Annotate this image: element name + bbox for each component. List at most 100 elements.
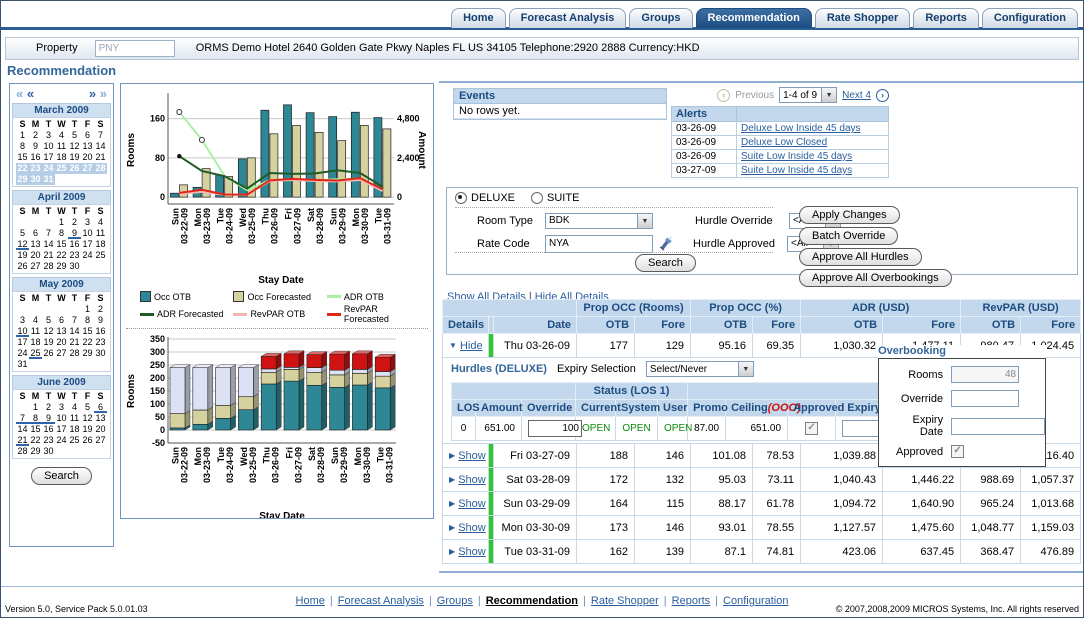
calendar-day[interactable]: 13 <box>81 141 94 152</box>
calendar-day[interactable]: 7 <box>68 315 81 326</box>
calendar-day[interactable]: 17 <box>55 424 68 435</box>
calendar-day[interactable]: 23 <box>29 163 42 174</box>
tab-rate-shopper[interactable]: Rate Shopper <box>815 8 911 28</box>
calendar-day[interactable]: 11 <box>68 413 81 424</box>
approve-all-overbookings-button[interactable]: Approve All Overbookings <box>799 269 952 287</box>
calendar-day[interactable]: 30 <box>29 174 42 185</box>
calendar-day[interactable]: 3 <box>16 315 29 326</box>
calendar-day[interactable]: 6 <box>81 130 94 141</box>
calendar-day[interactable]: 6 <box>29 228 42 239</box>
calendar-day[interactable]: 3 <box>42 130 55 141</box>
calendar-day[interactable]: 14 <box>94 141 107 152</box>
calendar-day[interactable]: 16 <box>68 239 81 250</box>
calendar-day[interactable]: 4 <box>29 315 42 326</box>
apply-changes-button[interactable]: Apply Changes <box>799 206 900 224</box>
calendar-day[interactable]: 23 <box>42 435 55 446</box>
calendar-day[interactable]: 4 <box>68 402 81 413</box>
calendar-day[interactable]: 26 <box>68 163 81 174</box>
calendar-day[interactable]: 24 <box>81 250 94 261</box>
next-link[interactable]: Next 4 <box>842 90 871 101</box>
calendar-day[interactable]: 26 <box>81 435 94 446</box>
calendar-day[interactable]: 3 <box>55 402 68 413</box>
flashlight-lov-icon[interactable] <box>657 236 675 252</box>
footer-link-configuration[interactable]: Configuration <box>723 595 788 607</box>
tab-configuration[interactable]: Configuration <box>982 8 1078 28</box>
calendar-day[interactable]: 9 <box>94 315 107 326</box>
calendar-day[interactable]: 31 <box>16 359 29 370</box>
calendar-day[interactable]: 2 <box>68 217 81 228</box>
calendar-day[interactable]: 30 <box>42 446 55 457</box>
suite-radio[interactable] <box>531 192 543 204</box>
suite-radio-option[interactable]: SUITE <box>531 192 579 204</box>
calendar-day[interactable]: 1 <box>29 402 42 413</box>
calendar-day[interactable]: 4 <box>94 217 107 228</box>
calendar-day[interactable]: 25 <box>29 348 42 359</box>
alerts-range-select[interactable]: 1-4 of 9 ▼ <box>779 87 837 103</box>
calendar-day[interactable]: 22 <box>81 337 94 348</box>
calendar-day[interactable]: 20 <box>94 424 107 435</box>
calendar-day[interactable]: 21 <box>42 250 55 261</box>
show-details-link[interactable]: Show <box>458 474 486 486</box>
calendar-day[interactable]: 15 <box>29 424 42 435</box>
calendar-day[interactable]: 10 <box>16 326 29 337</box>
room-type-select[interactable]: BDK ▼ <box>545 213 653 229</box>
calendar-day[interactable]: 19 <box>16 250 29 261</box>
calendar-day[interactable]: 27 <box>55 348 68 359</box>
calendar-prev-year-icon[interactable]: « <box>16 86 23 101</box>
next-arrow-icon[interactable]: › <box>876 89 889 102</box>
calendar-day[interactable]: 16 <box>94 326 107 337</box>
calendar-day[interactable]: 26 <box>16 261 29 272</box>
calendar-day[interactable]: 24 <box>16 348 29 359</box>
calendar-day[interactable]: 24 <box>55 435 68 446</box>
calendar-day[interactable]: 15 <box>16 152 29 163</box>
calendar-day[interactable]: 26 <box>42 348 55 359</box>
calendar-day[interactable]: 1 <box>81 304 94 315</box>
calendar-day[interactable]: 30 <box>68 261 81 272</box>
calendar-day[interactable]: 17 <box>42 152 55 163</box>
calendar-day[interactable]: 18 <box>55 152 68 163</box>
calendar-day[interactable]: 2 <box>42 402 55 413</box>
footer-link-forecast-analysis[interactable]: Forecast Analysis <box>338 595 424 607</box>
calendar-day[interactable]: 21 <box>94 152 107 163</box>
calendar-day[interactable]: 2 <box>29 130 42 141</box>
tab-home[interactable]: Home <box>451 8 506 28</box>
property-input[interactable] <box>95 40 175 57</box>
calendar-next-year-icon[interactable]: » <box>100 86 107 101</box>
rate-code-input[interactable] <box>545 235 653 253</box>
calendar-day[interactable]: 31 <box>42 174 55 185</box>
calendar-day[interactable]: 28 <box>68 348 81 359</box>
alert-link[interactable]: Deluxe Low Closed <box>741 137 827 148</box>
calendar-day[interactable]: 25 <box>55 163 68 174</box>
calendar-day[interactable]: 18 <box>94 239 107 250</box>
calendar-day[interactable]: 13 <box>55 326 68 337</box>
calendar-day[interactable]: 12 <box>68 141 81 152</box>
calendar-day[interactable]: 16 <box>42 424 55 435</box>
show-details-link[interactable]: Show <box>458 450 486 462</box>
calendar-day[interactable]: 15 <box>81 326 94 337</box>
calendar-day[interactable]: 9 <box>29 141 42 152</box>
calendar-day[interactable]: 21 <box>16 435 29 446</box>
calendar-day[interactable]: 11 <box>29 326 42 337</box>
calendar-day[interactable]: 17 <box>81 239 94 250</box>
calendar-day[interactable]: 12 <box>16 239 29 250</box>
calendar-day[interactable]: 7 <box>42 228 55 239</box>
show-details-link[interactable]: Show <box>458 522 486 534</box>
tab-reports[interactable]: Reports <box>913 8 979 28</box>
approve-all-hurdles-button[interactable]: Approve All Hurdles <box>799 248 922 266</box>
calendar-day[interactable]: 8 <box>16 141 29 152</box>
calendar-day[interactable]: 5 <box>16 228 29 239</box>
calendar-day[interactable]: 12 <box>42 326 55 337</box>
calendar-day[interactable]: 16 <box>29 152 42 163</box>
hurdle-approved-checkbox[interactable]: ✓ <box>805 422 818 435</box>
calendar-prev-month-icon[interactable]: « <box>27 86 34 101</box>
footer-link-recommendation[interactable]: Recommendation <box>486 595 578 607</box>
overbooking-override-input[interactable] <box>951 390 1019 407</box>
calendar-day[interactable]: 27 <box>29 261 42 272</box>
calendar-day[interactable]: 7 <box>16 413 29 424</box>
calendar-day[interactable]: 8 <box>55 228 68 239</box>
calendar-day[interactable]: 9 <box>68 228 81 239</box>
calendar-day[interactable]: 28 <box>94 163 107 174</box>
calendar-day[interactable]: 22 <box>29 435 42 446</box>
tab-forecast-analysis[interactable]: Forecast Analysis <box>509 8 627 28</box>
calendar-day[interactable]: 25 <box>68 435 81 446</box>
